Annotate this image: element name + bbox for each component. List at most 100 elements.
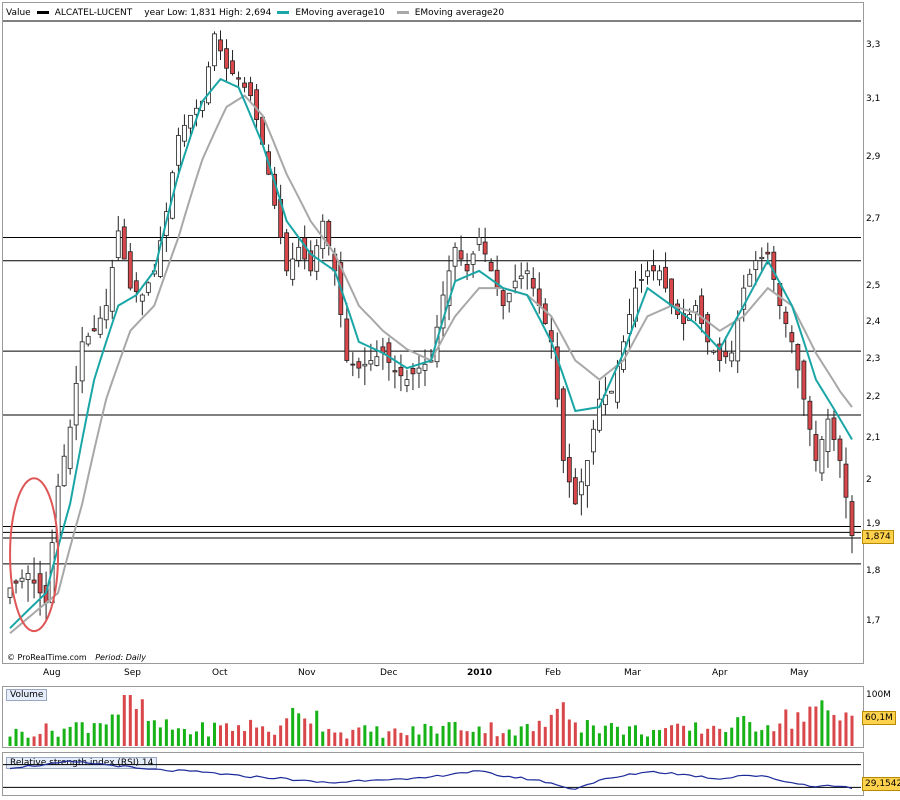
candle-body-up: [506, 292, 512, 303]
candle-73: [446, 255, 452, 321]
volume-bar-136: [826, 710, 830, 746]
candle-6: [43, 571, 49, 621]
x-tick-label: Aug: [43, 668, 61, 678]
candle-106: [645, 261, 650, 285]
candle-16: [103, 288, 109, 329]
candle-body-up: [115, 230, 121, 259]
candle-68: [416, 354, 422, 389]
y-tick-label: 1,9: [866, 519, 881, 530]
volume-bar-105: [639, 734, 643, 746]
candle-body-up: [452, 246, 458, 267]
volume-bar-34: [212, 722, 216, 746]
candle-body-up: [79, 341, 85, 382]
volume-bar-137: [832, 714, 836, 746]
volume-bar-53: [327, 728, 331, 746]
volume-bar-130: [790, 728, 794, 746]
candle-body-up: [735, 319, 741, 362]
last-price-tag: 1,874: [862, 530, 894, 544]
candle-body-up: [109, 267, 115, 312]
candle-body-down: [458, 250, 464, 260]
volume-bar-58: [357, 727, 361, 746]
candle-body-up: [176, 135, 181, 166]
x-tick-label: Mar: [624, 668, 641, 678]
y-tick-label: 2: [866, 474, 872, 485]
candle-body-down: [121, 226, 127, 260]
candle-87: [530, 267, 536, 297]
candle-109: [663, 252, 668, 293]
volume-bar-127: [772, 731, 776, 746]
candle-85: [518, 262, 524, 289]
volume-bar-99: [603, 725, 607, 746]
candle-33: [206, 61, 211, 106]
volume-bar-54: [333, 732, 337, 746]
candle-body-down: [218, 39, 223, 52]
volume-bar-32: [200, 722, 204, 746]
volume-bar-36: [225, 723, 229, 746]
candle-body-up: [416, 367, 422, 374]
volume-bar-98: [597, 733, 601, 746]
candle-22: [139, 293, 145, 316]
candle-13: [85, 332, 91, 347]
volume-bar-139: [844, 712, 848, 746]
candle-body-up: [61, 455, 67, 487]
candle-134: [813, 420, 819, 472]
candle-body-down: [566, 457, 572, 483]
candle-50: [308, 240, 314, 277]
volume-bar-3: [26, 737, 30, 746]
candle-body-up: [819, 439, 825, 474]
candle-body-down: [488, 261, 494, 272]
volume-bar-37: [231, 730, 235, 746]
candle-107: [651, 249, 656, 281]
y-tick-label: 1,8: [866, 566, 881, 577]
candle-66: [404, 369, 410, 393]
volume-bar-92: [561, 702, 565, 746]
candle-body-down: [398, 366, 404, 377]
volume-bar-135: [820, 700, 824, 746]
volume-chart: [8, 695, 854, 746]
candle-57: [350, 352, 356, 377]
price-y-axis: 3,3 3,1 2,9 2,7 2,5 2,4 2,3 2,2 2,1 2 1,9 1,8 1,7: [866, 0, 900, 666]
candle-body-down: [410, 367, 416, 375]
volume-bar-111: [676, 723, 680, 746]
volume-bar-82: [501, 733, 505, 746]
volume-bar-25: [158, 727, 162, 746]
candle-body-up: [290, 258, 296, 280]
candle-48: [296, 236, 302, 268]
volume-bar-26: [164, 719, 168, 746]
volume-bar-102: [621, 734, 625, 746]
candle-body-up: [729, 352, 735, 362]
volume-bar-73: [447, 722, 451, 746]
volume-bar-64: [393, 728, 397, 746]
candle-body-up: [73, 383, 79, 426]
y-tick-label: 2,9: [866, 152, 881, 163]
candle-body-down: [651, 265, 656, 272]
candle-body-up: [422, 363, 428, 371]
volume-bar-67: [411, 726, 415, 746]
candle-body-up: [590, 428, 596, 453]
volume-bar-138: [838, 720, 842, 746]
volume-bar-56: [345, 738, 349, 746]
volume-bar-89: [543, 726, 547, 746]
candle-15: [97, 306, 103, 339]
candle-12: [79, 326, 85, 394]
volume-bar-14: [92, 723, 96, 746]
volume-bar-50: [309, 723, 313, 746]
volume-bar-18: [116, 714, 120, 746]
volume-bar-9: [62, 728, 66, 746]
candle-2: [19, 569, 25, 589]
volume-bar-24: [152, 720, 156, 746]
candle-81: [494, 255, 500, 296]
y-tick-label: 2,4: [866, 316, 881, 327]
volume-bar-17: [110, 714, 114, 746]
candle-3: [25, 565, 31, 602]
candle-body-down: [224, 48, 229, 69]
candle-body-down: [242, 82, 247, 88]
volume-bar-116: [706, 728, 710, 746]
volume-bar-134: [814, 706, 818, 746]
y-tick-label: 1,7: [866, 616, 881, 627]
volume-bar-52: [321, 731, 325, 746]
volume-bar-84: [513, 735, 517, 746]
volume-bar-11: [74, 722, 78, 746]
candle-35: [218, 30, 223, 61]
candle-18: [115, 216, 121, 261]
